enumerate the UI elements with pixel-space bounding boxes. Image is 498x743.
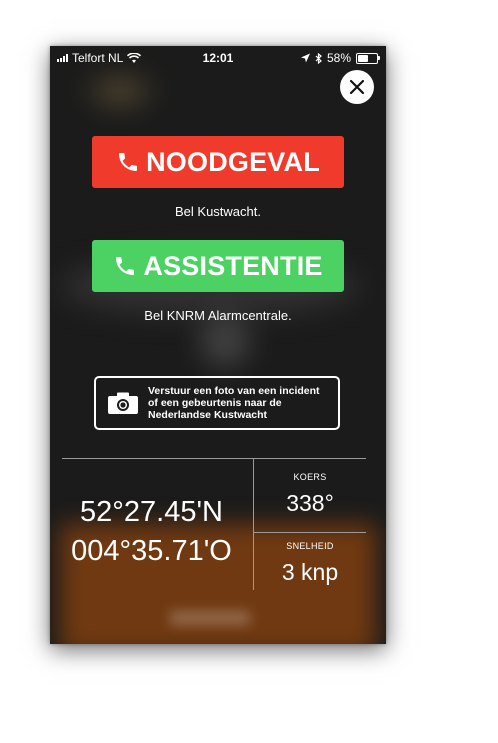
background-blur: [90, 76, 150, 106]
emergency-label: NOODGEVAL: [146, 146, 320, 177]
emergency-call-button[interactable]: NOODGEVAL: [92, 136, 344, 188]
battery-percent: 58%: [326, 51, 351, 65]
photo-text-line: of een gebeurtenis naar de: [148, 397, 282, 409]
photo-text-line: Verstuur een foto van een incident: [148, 385, 320, 397]
speed-value: 3 knp: [281, 559, 339, 585]
send-photo-text: Verstuur een foto van een incident of ee…: [148, 385, 320, 421]
divider: [62, 458, 366, 459]
app-screen: Telfort NL 12:01 58% NOODGEVAL Bel Kustw…: [50, 46, 386, 644]
speed-label: SNELHEID: [286, 541, 334, 551]
assistance-subtitle: Bel KNRM Alarmcentrale.: [144, 308, 292, 323]
course-label: KOERS: [293, 472, 327, 482]
divider: [254, 532, 366, 533]
close-icon: [349, 79, 365, 95]
assistance-label: ASSISTENTIE: [143, 250, 323, 281]
status-bar: Telfort NL 12:01 58%: [50, 46, 386, 68]
location-arrow-icon: [300, 53, 310, 63]
assistance-call-button[interactable]: ASSISTENTIE: [92, 240, 344, 292]
background-blur: [200, 316, 250, 366]
close-button[interactable]: [340, 70, 374, 104]
status-right: 58%: [300, 51, 380, 65]
background-blur: [170, 611, 250, 625]
longitude: 004°35.71'O: [71, 535, 232, 567]
phone-icon: [116, 257, 135, 275]
phone-icon: [119, 153, 138, 171]
latitude: 52°27.45'N: [80, 496, 223, 528]
emergency-subtitle: Bel Kustwacht.: [175, 204, 261, 219]
bluetooth-icon: [315, 52, 322, 64]
photo-text-line: Nederlandse Kustwacht: [148, 409, 268, 421]
battery-level: [358, 54, 369, 62]
course-value: 338°: [286, 490, 334, 516]
battery-icon: [356, 52, 380, 64]
camera-icon: [108, 392, 138, 414]
send-photo-button[interactable]: Verstuur een foto van een incident of ee…: [94, 376, 340, 430]
